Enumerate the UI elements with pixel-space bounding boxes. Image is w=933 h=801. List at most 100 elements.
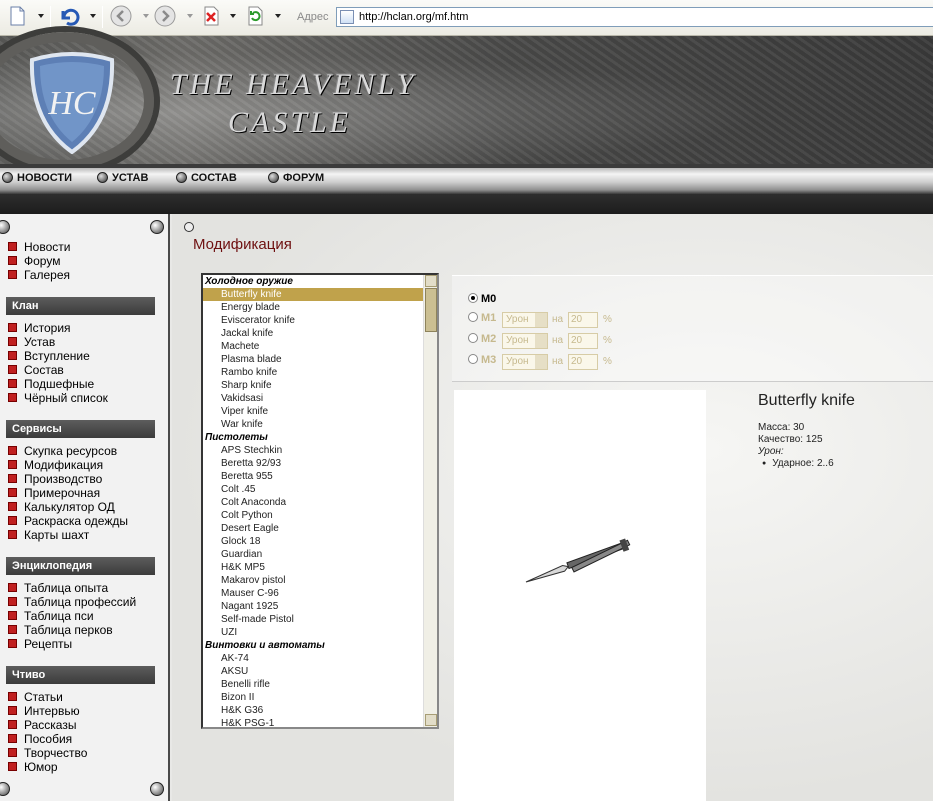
list-item[interactable]: Makarov pistol <box>203 574 425 587</box>
list-item[interactable]: Beretta 92/93 <box>203 457 425 470</box>
undo-icon[interactable] <box>58 5 80 27</box>
list-item[interactable]: Machete <box>203 340 425 353</box>
mod-m2-select[interactable]: Урон <box>502 333 548 349</box>
radio-m3[interactable] <box>468 354 478 364</box>
sidebar-item-psi-table[interactable]: Таблица пси <box>8 609 94 623</box>
sidebar-item-charter[interactable]: Устав <box>8 335 55 349</box>
address-url[interactable]: http://hclan.org/mf.htm <box>359 11 468 23</box>
mod-option-m1[interactable]: M1 Урон на 20 % <box>468 312 618 330</box>
list-item[interactable]: Mauser C-96 <box>203 587 425 600</box>
list-item[interactable]: Jackal knife <box>203 327 425 340</box>
list-item[interactable]: Rambo knife <box>203 366 425 379</box>
weapon-listbox[interactable]: Холодное оружие Butterfly knife Energy bla… <box>201 273 439 729</box>
sidebar-item-creativity[interactable]: Творчество <box>8 746 87 760</box>
sidebar-item-guides[interactable]: Пособия <box>8 732 72 746</box>
list-item[interactable]: Eviscerator knife <box>203 314 425 327</box>
sidebar-item-perks-table[interactable]: Таблица перков <box>8 623 113 637</box>
scroll-down-icon[interactable] <box>425 714 437 726</box>
new-page-dropdown-icon[interactable] <box>38 14 44 18</box>
list-item[interactable]: UZI <box>203 626 425 639</box>
list-item[interactable]: H&K PSG-1 <box>203 717 425 727</box>
sidebar-item-professions-table[interactable]: Таблица профессий <box>8 595 136 609</box>
sidebar: Новости Форум Галерея Клан История Устав… <box>0 214 170 801</box>
sidebar-item-wards[interactable]: Подшефные <box>8 377 94 391</box>
sidebar-item-roster[interactable]: Состав <box>8 363 64 377</box>
stop-icon[interactable] <box>200 5 222 27</box>
radio-m0[interactable] <box>468 293 478 303</box>
list-item[interactable]: Bizon II <box>203 691 425 704</box>
sidebar-item-history[interactable]: История <box>8 321 71 335</box>
refresh-dropdown-icon[interactable] <box>275 14 281 18</box>
sidebar-item-mine-maps[interactable]: Карты шахт <box>8 528 89 542</box>
list-item[interactable]: Beretta 955 <box>203 470 425 483</box>
sidebar-item-interviews[interactable]: Интервью <box>8 704 80 718</box>
sidebar-item-joining[interactable]: Вступление <box>8 349 90 363</box>
forward-icon[interactable] <box>154 5 176 27</box>
scroll-up-icon[interactable] <box>425 275 437 287</box>
sidebar-item-ap-calculator[interactable]: Калькулятор ОД <box>8 500 115 514</box>
list-item[interactable]: Vakidsasi <box>203 392 425 405</box>
list-item[interactable]: Glock 18 <box>203 535 425 548</box>
forward-dropdown-icon[interactable] <box>187 14 193 18</box>
list-item[interactable]: Plasma blade <box>203 353 425 366</box>
sidebar-item-stories[interactable]: Рассказы <box>8 718 76 732</box>
topnav-forum[interactable]: ФОРУМ <box>268 172 324 184</box>
mod-option-m2[interactable]: M2 Урон на 20 % <box>468 333 618 351</box>
topnav-charter[interactable]: УСТАВ <box>97 172 148 184</box>
clan-shield-logo[interactable]: HC <box>26 52 118 154</box>
list-item[interactable]: Colt Anaconda <box>203 496 425 509</box>
list-item[interactable]: Guardian <box>203 548 425 561</box>
sidebar-item-gallery[interactable]: Галерея <box>8 268 70 282</box>
mod-m2-value[interactable]: 20 <box>568 333 598 349</box>
sidebar-item-fitting-room[interactable]: Примерочная <box>8 486 100 500</box>
list-scrollbar[interactable] <box>423 275 437 727</box>
sidebar-item-resource-buying[interactable]: Скупка ресурсов <box>8 444 117 458</box>
topnav-news[interactable]: НОВОСТИ <box>2 172 72 184</box>
list-item[interactable]: Butterfly knife <box>203 288 425 301</box>
list-item[interactable]: Colt .45 <box>203 483 425 496</box>
sidebar-item-exp-table[interactable]: Таблица опыта <box>8 581 108 595</box>
list-item[interactable]: Colt Python <box>203 509 425 522</box>
list-item[interactable]: War knife <box>203 418 425 431</box>
stop-dropdown-icon[interactable] <box>230 14 236 18</box>
sidebar-item-modification[interactable]: Модификация <box>8 458 103 472</box>
address-bar[interactable]: http://hclan.org/mf.htm <box>336 7 933 27</box>
sidebar-item-articles[interactable]: Статьи <box>8 690 63 704</box>
mod-option-m3[interactable]: M3 Урон на 20 % <box>468 354 618 372</box>
list-item[interactable]: APS Stechkin <box>203 444 425 457</box>
list-item[interactable]: AK-74 <box>203 652 425 665</box>
mod-option-m0[interactable]: M0 <box>468 293 496 311</box>
sidebar-item-recipes[interactable]: Рецепты <box>8 637 72 651</box>
mod-m1-value[interactable]: 20 <box>568 312 598 328</box>
radio-m1[interactable] <box>468 312 478 322</box>
back-icon[interactable] <box>110 5 132 27</box>
topnav-roster[interactable]: СОСТАВ <box>176 172 237 184</box>
refresh-icon[interactable] <box>244 5 266 27</box>
list-item[interactable]: Energy blade <box>203 301 425 314</box>
scroll-thumb[interactable] <box>425 288 437 332</box>
list-item[interactable]: Sharp knife <box>203 379 425 392</box>
sidebar-item-clothes-coloring[interactable]: Раскраска одежды <box>8 514 128 528</box>
sidebar-item-blacklist[interactable]: Чёрный список <box>8 391 108 405</box>
list-item[interactable]: H&K G36 <box>203 704 425 717</box>
sidebar-item-humor[interactable]: Юмор <box>8 760 58 774</box>
list-item[interactable]: H&K MP5 <box>203 561 425 574</box>
mod-m3-value[interactable]: 20 <box>568 354 598 370</box>
list-item[interactable]: Viper knife <box>203 405 425 418</box>
undo-dropdown-icon[interactable] <box>90 14 96 18</box>
sidebar-item-forum[interactable]: Форум <box>8 254 60 268</box>
list-item[interactable]: Self-made Pistol <box>203 613 425 626</box>
list-item[interactable]: Nagant 1925 <box>203 600 425 613</box>
list-group-header: Пистолеты <box>205 432 268 443</box>
sidebar-item-production[interactable]: Производство <box>8 472 102 486</box>
back-dropdown-icon[interactable] <box>143 14 149 18</box>
list-item[interactable]: Desert Eagle <box>203 522 425 535</box>
new-page-icon[interactable] <box>6 5 28 27</box>
list-item[interactable]: AKSU <box>203 665 425 678</box>
mod-m3-select[interactable]: Урон <box>502 354 548 370</box>
mod-m1-select[interactable]: Урон <box>502 312 548 328</box>
radio-m2[interactable] <box>468 333 478 343</box>
browser-toolbar: Адрес http://hclan.org/mf.htm <box>0 0 933 36</box>
list-item[interactable]: Benelli rifle <box>203 678 425 691</box>
sidebar-item-news[interactable]: Новости <box>8 240 70 254</box>
